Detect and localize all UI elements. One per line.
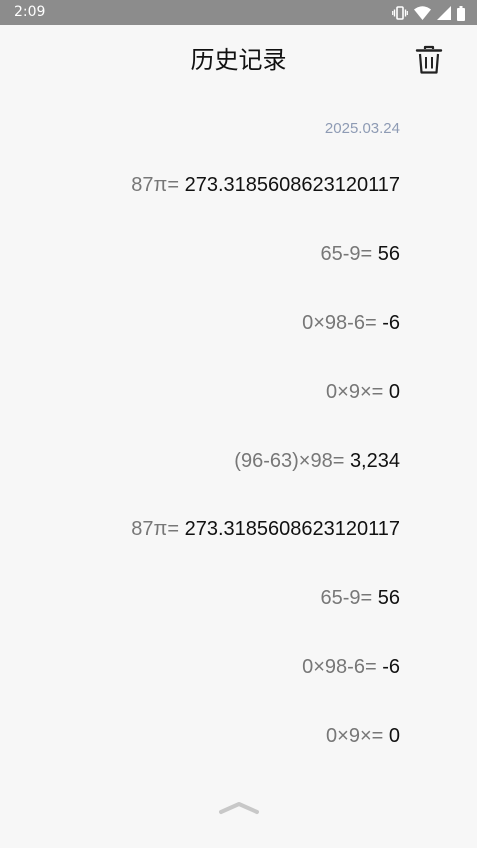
- history-row[interactable]: 65-9= 56: [320, 241, 400, 267]
- history-result: 0: [388, 381, 400, 403]
- history-expression: 0×98-6=: [302, 312, 377, 334]
- status-time: 2:09: [14, 4, 46, 20]
- history-expression: 0×9×=: [326, 725, 384, 747]
- history-expression: 87π=: [131, 518, 180, 540]
- history-row[interactable]: 0×9×= 0: [326, 379, 400, 405]
- app-bar: 历史记录: [0, 25, 477, 95]
- vibrate-icon: [392, 6, 408, 20]
- history-row[interactable]: 87π= 273.3185608623120117: [131, 516, 400, 542]
- history-result: 0: [388, 725, 400, 747]
- history-row[interactable]: 0×98-6= -6: [302, 654, 400, 680]
- battery-icon: [457, 5, 465, 21]
- history-expression: 65-9=: [320, 587, 373, 609]
- wifi-icon: [414, 6, 431, 20]
- history-row[interactable]: 65-9= 56: [320, 585, 400, 611]
- status-bar: 2:09: [0, 0, 477, 25]
- status-icons: [392, 5, 465, 21]
- history-result: -6: [382, 656, 400, 678]
- history-date: 2025.03.24: [324, 120, 400, 137]
- chevron-up-icon[interactable]: [218, 800, 260, 816]
- history-result: 3,234: [349, 450, 400, 472]
- history-result: 56: [377, 587, 400, 609]
- history-result: -6: [382, 312, 400, 334]
- history-result: 273.3185608623120117: [184, 518, 400, 540]
- history-expression: 87π=: [131, 174, 180, 196]
- history-expression: 0×98-6=: [302, 656, 377, 678]
- history-expression: 0×9×=: [326, 381, 384, 403]
- history-expression: (96-63)×98=: [234, 450, 345, 472]
- history-result: 56: [377, 243, 400, 265]
- history-row[interactable]: (96-63)×98= 3,234: [234, 448, 400, 474]
- history-row[interactable]: 0×98-6= -6: [302, 310, 400, 336]
- cell-signal-icon: [437, 6, 451, 20]
- page-title: 历史记录: [190, 46, 287, 74]
- history-row[interactable]: 87π= 273.3185608623120117: [131, 172, 400, 198]
- trash-icon[interactable]: [415, 45, 443, 75]
- history-row[interactable]: 0×9×= 0: [326, 723, 400, 749]
- history-expression: 65-9=: [320, 243, 373, 265]
- history-result: 273.3185608623120117: [184, 174, 400, 196]
